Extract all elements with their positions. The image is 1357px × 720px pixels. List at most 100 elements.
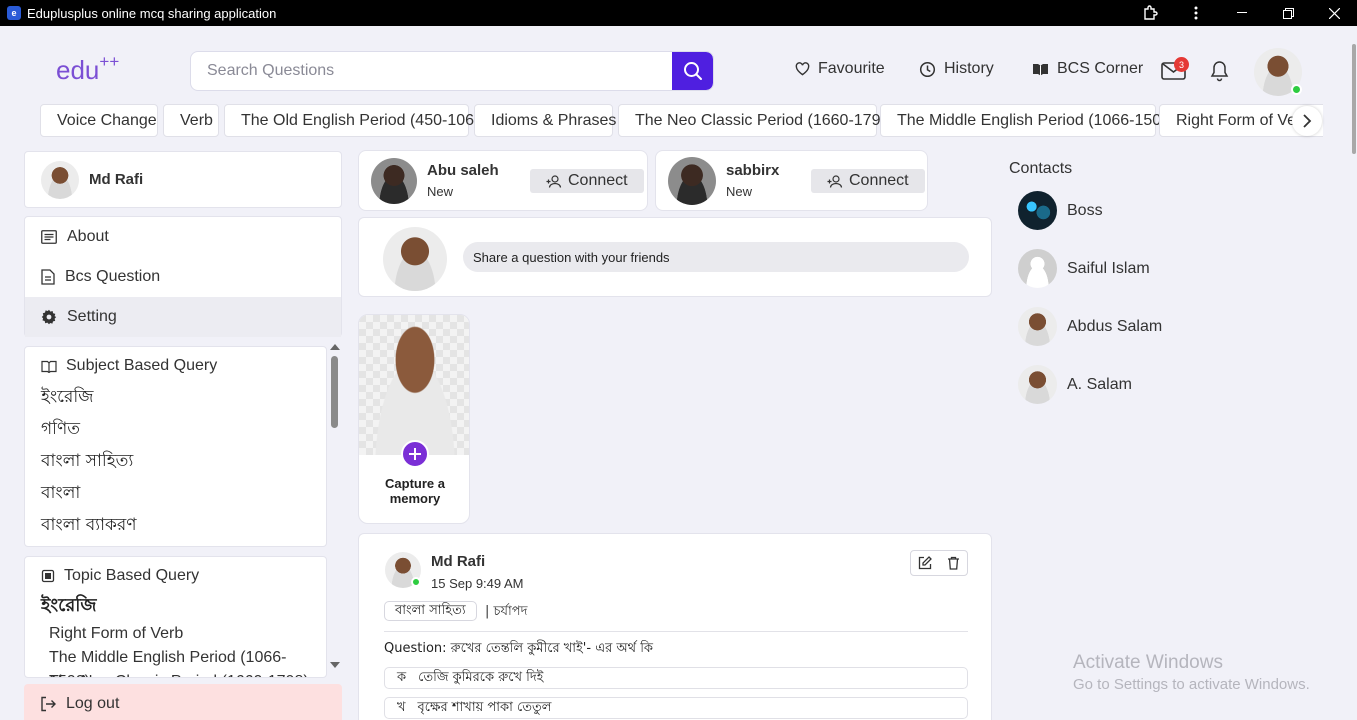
add-user-icon	[546, 174, 562, 188]
sidebar-item-label: Bcs Question	[65, 268, 161, 285]
mail-button[interactable]: 3	[1161, 57, 1189, 85]
favourite-link[interactable]: Favourite	[795, 60, 885, 78]
online-indicator	[411, 577, 421, 587]
search-input[interactable]	[191, 52, 672, 90]
chip-voice-change[interactable]: Voice Change	[40, 104, 158, 137]
logout-label: Log out	[66, 695, 120, 712]
chip-old-english-period[interactable]: The Old English Period (450-1066)	[224, 104, 488, 137]
topic-item[interactable]: Right Form of Verb	[41, 622, 310, 646]
share-question-input[interactable]: Share a question with your friends	[463, 242, 969, 272]
history-link[interactable]: History	[919, 60, 994, 78]
contact-name: A. Salam	[1067, 375, 1132, 393]
subject-item[interactable]: ইংরেজি	[41, 381, 310, 413]
story-caption: Capture a memory	[385, 476, 445, 506]
restore-button[interactable]	[1265, 0, 1311, 26]
suggestion-status: New	[726, 184, 753, 199]
topic-item[interactable]: The Neo Classic Period (1660-1798)	[41, 670, 310, 677]
suggestion-name[interactable]: sabbirx	[726, 162, 779, 179]
contact-item[interactable]: Boss	[1018, 191, 1103, 230]
subject-query-title: Subject Based Query	[41, 357, 310, 375]
scroll-down-icon[interactable]	[330, 661, 340, 669]
window-title: Eduplusplus online mcq sharing applicati…	[27, 5, 277, 21]
more-menu-icon[interactable]	[1173, 0, 1219, 26]
contact-name: Abdus Salam	[1067, 317, 1163, 335]
chips-next-button[interactable]	[1292, 106, 1322, 136]
watermark-title: Activate Windows	[1073, 652, 1223, 673]
contact-avatar	[1018, 191, 1057, 230]
plus-icon	[409, 448, 421, 460]
connect-button[interactable]: Connect	[530, 169, 644, 193]
profile-card[interactable]: Md Rafi	[24, 151, 342, 208]
subject-query-label: Subject Based Query	[66, 357, 218, 374]
option-text: বৃক্ষের শাখায় পাকা তেতুল	[417, 699, 552, 715]
logout-button[interactable]: Log out	[24, 684, 342, 720]
post-avatar	[385, 552, 421, 588]
story-card[interactable]: Capture a memory	[358, 314, 470, 524]
minimize-button[interactable]	[1219, 0, 1265, 26]
suggestion-name[interactable]: Abu saleh	[427, 162, 499, 179]
chip-neo-classic-period[interactable]: The Neo Classic Period (1660-1798)	[618, 104, 895, 137]
topic-chip-bar: Voice Change Verb The Old English Period…	[40, 104, 1323, 137]
chip-idioms-phrases[interactable]: Idioms & Phrases	[474, 104, 616, 137]
topic-item[interactable]: The Middle English Period (1066-1500)	[41, 646, 310, 677]
sidebar-item-setting[interactable]: Setting	[25, 297, 341, 337]
subject-item[interactable]: বাংলা ব্যাকরণ	[41, 509, 310, 541]
sidebar-item-label: Setting	[67, 308, 117, 325]
favourite-label: Favourite	[818, 60, 885, 77]
subject-item[interactable]: গণিত	[41, 413, 310, 445]
add-story-button[interactable]	[401, 440, 429, 468]
online-indicator	[1291, 84, 1302, 95]
sidebar-menu: About Bcs Question Setting	[24, 216, 342, 337]
contact-avatar	[1018, 307, 1057, 346]
share-question-box: Share a question with your friends	[358, 217, 992, 297]
suggestion-status: New	[427, 184, 454, 199]
delete-icon[interactable]	[947, 556, 960, 570]
heart-icon	[795, 62, 810, 76]
contact-item[interactable]: A. Salam	[1018, 365, 1132, 404]
contact-item[interactable]: Saiful Islam	[1018, 249, 1150, 288]
chip-verb[interactable]: Verb	[163, 104, 219, 137]
scrollbar-thumb[interactable]	[331, 356, 338, 428]
subject-item[interactable]: বাংলা সাহিত্য	[41, 445, 310, 477]
sidebar-item-about[interactable]: About	[25, 217, 341, 257]
sidebar-scrollbar[interactable]	[328, 340, 342, 674]
logout-icon	[41, 696, 56, 712]
suggestion-card: Abu saleh New Connect	[358, 150, 648, 211]
page-scrollbar[interactable]	[1351, 26, 1357, 720]
post-author[interactable]: Md Rafi	[431, 553, 485, 570]
subject-item[interactable]: বাংলা	[41, 477, 310, 509]
logo[interactable]: edu++	[56, 52, 119, 86]
page-scrollbar-thumb[interactable]	[1352, 44, 1356, 154]
bcs-corner-label: BCS Corner	[1057, 60, 1144, 77]
activation-watermark: Activate Windows Go to Settings to activ…	[1073, 652, 1310, 693]
contact-avatar	[1018, 249, 1057, 288]
add-user-icon	[827, 174, 843, 188]
post-question: Question: রুখের তেন্তলি কুমীরে খাই'- এর …	[384, 641, 654, 656]
scroll-up-icon[interactable]	[330, 343, 340, 351]
search-button[interactable]	[672, 52, 713, 90]
close-button[interactable]	[1311, 0, 1357, 26]
suggestion-avatar	[371, 157, 417, 204]
connect-button[interactable]: Connect	[811, 169, 925, 193]
chip-middle-english-period[interactable]: The Middle English Period (1066-1500)	[880, 104, 1175, 137]
sidebar-item-bcs-question[interactable]: Bcs Question	[25, 257, 341, 297]
user-avatar[interactable]	[1254, 48, 1302, 96]
contact-item[interactable]: Abdus Salam	[1018, 307, 1162, 346]
topic-query-title: Topic Based Query	[41, 567, 310, 585]
topic-query-label: Topic Based Query	[64, 567, 200, 584]
notification-button[interactable]	[1210, 60, 1229, 87]
suggestion-avatar	[668, 156, 716, 205]
square-icon	[41, 569, 55, 583]
connect-label: Connect	[568, 172, 628, 189]
story-photo	[359, 315, 469, 455]
option-item[interactable]: ক তেজি কুমিরকে রুখে দিই	[384, 667, 968, 689]
contact-name: Boss	[1067, 201, 1103, 219]
edit-icon[interactable]	[918, 556, 933, 570]
extensions-icon[interactable]	[1127, 0, 1173, 26]
bcs-corner-link[interactable]: BCS Corner	[1032, 60, 1143, 78]
contact-name: Saiful Islam	[1067, 259, 1150, 277]
post-subject-tag[interactable]: বাংলা সাহিত্য	[384, 601, 477, 621]
title-bar: e Eduplusplus online mcq sharing applica…	[0, 0, 1357, 26]
option-item[interactable]: খ বৃক্ষের শাখায় পাকা তেতুল	[384, 697, 968, 719]
about-icon	[41, 230, 57, 244]
